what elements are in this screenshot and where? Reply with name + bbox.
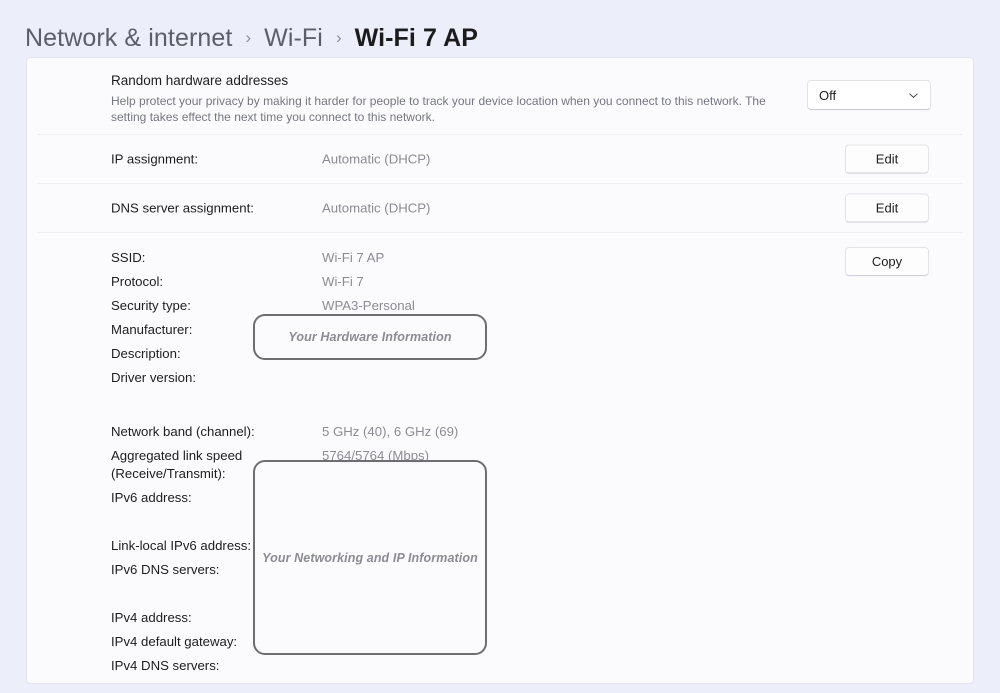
spacer-row: [27, 583, 973, 607]
row-ipv6-address: IPv6 address:: [27, 487, 973, 511]
row-ip-assignment: IP assignment: Automatic (DHCP) Edit: [27, 135, 973, 183]
row-dns-server-assignment: DNS server assignment: Automatic (DHCP) …: [27, 184, 973, 232]
row-ipv4-dns-servers: IPv4 DNS servers:: [27, 655, 973, 679]
ssid-label: SSID:: [111, 250, 146, 265]
breadcrumb-separator-icon: ›: [335, 27, 342, 47]
breadcrumb-item-network-internet[interactable]: Network & internet: [25, 24, 232, 53]
spacer-row: [27, 511, 973, 535]
random-hardware-addresses-dropdown[interactable]: Off: [807, 80, 931, 110]
network-band-label: Network band (channel):: [111, 424, 255, 439]
row-physical-address-mac: Physical address (MAC):: [27, 679, 973, 683]
edit-dns-server-assignment-button[interactable]: Edit: [845, 193, 929, 223]
hardware-information-annotation-text: Your Hardware Information: [288, 330, 452, 344]
networking-ip-information-annotation-box: Your Networking and IP Information: [253, 460, 487, 655]
row-network-band: Network band (channel): 5 GHz (40), 6 GH…: [27, 421, 973, 445]
networking-ip-information-annotation-text: Your Networking and IP Information: [262, 550, 478, 565]
ssid-value: Wi-Fi 7 AP: [322, 250, 385, 265]
protocol-value: Wi-Fi 7: [322, 274, 364, 289]
dns-server-assignment-value: Automatic (DHCP): [322, 200, 431, 216]
ip-assignment-value: Automatic (DHCP): [322, 151, 431, 167]
row-ipv6-dns-servers: IPv6 DNS servers:: [27, 559, 973, 583]
breadcrumb-item-wifi[interactable]: Wi-Fi: [264, 24, 323, 53]
row-aggregated-link-speed: Aggregated link speed (Receive/Transmit)…: [27, 445, 973, 487]
row-ssid: SSID: Wi-Fi 7 AP: [27, 247, 973, 271]
random-hardware-title: Random hardware addresses: [111, 73, 289, 88]
row-description: Description:: [27, 343, 973, 367]
dns-server-assignment-label: DNS server assignment:: [111, 200, 254, 216]
hardware-information-annotation-box: Your Hardware Information: [253, 314, 487, 360]
breadcrumb-separator-icon: ›: [245, 27, 252, 47]
row-ipv4-address: IPv4 address:: [27, 607, 973, 631]
row-driver-version: Driver version:: [27, 367, 973, 391]
random-hardware-addresses-dropdown-value: Off: [819, 87, 837, 103]
random-hardware-description: Help protect your privacy by making it h…: [111, 94, 766, 124]
settings-card: Random hardware addresses Help protect y…: [27, 58, 973, 683]
row-ipv4-default-gateway: IPv4 default gateway:: [27, 631, 973, 655]
row-link-local-ipv6-address: Link-local IPv6 address:: [27, 535, 973, 559]
driver-version-label: Driver version:: [111, 370, 197, 385]
security-type-label: Security type:: [111, 298, 191, 313]
security-type-value: WPA3-Personal: [322, 298, 415, 313]
row-manufacturer: Manufacturer:: [27, 319, 973, 343]
chevron-down-icon: [909, 92, 918, 98]
ip-assignment-label: IP assignment:: [111, 151, 198, 167]
network-band-value: 5 GHz (40), 6 GHz (69): [322, 424, 459, 439]
row-protocol: Protocol: Wi-Fi 7: [27, 271, 973, 295]
physical-address-mac-label: Physical address (MAC):: [111, 681, 311, 683]
edit-ip-assignment-button[interactable]: Edit: [845, 144, 929, 174]
row-security-type: Security type: WPA3-Personal: [27, 295, 973, 319]
breadcrumb-item-current: Wi-Fi 7 AP: [354, 23, 479, 52]
protocol-label: Protocol:: [111, 274, 164, 289]
breadcrumb: Network & internet › Wi-Fi › Wi-Fi 7 AP: [25, 17, 478, 59]
ip-details-list: IPv6 address: Link-local IPv6 address: I…: [27, 487, 973, 683]
ipv4-dns-servers-label: IPv4 DNS servers:: [111, 658, 220, 673]
band-details-list: Network band (channel): 5 GHz (40), 6 GH…: [27, 391, 973, 487]
network-properties-list: Copy SSID: Wi-Fi 7 AP Protocol: Wi-Fi 7 …: [27, 233, 973, 391]
